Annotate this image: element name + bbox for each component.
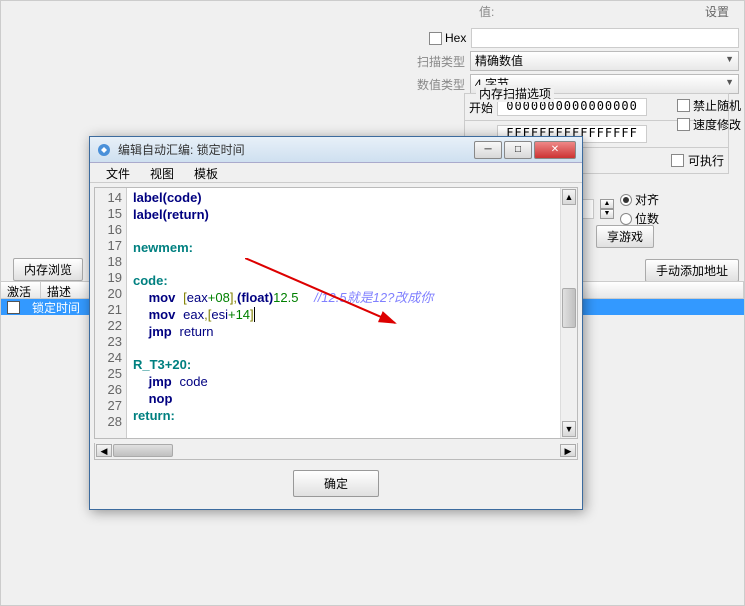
speed-mod-checkbox[interactable] [677, 118, 690, 131]
menu-template[interactable]: 模板 [184, 163, 228, 182]
dialog-title: 编辑自动汇编: 锁定时间 [118, 141, 472, 158]
align-radio[interactable] [620, 194, 632, 206]
code-content[interactable]: label(code) label(return) newmem: code: … [127, 188, 560, 438]
hex-checkbox[interactable] [429, 32, 442, 45]
no-random-label: 禁止随机 [693, 97, 741, 114]
maximize-button[interactable]: □ [504, 141, 532, 159]
scan-type-label: 扫描类型 [409, 53, 465, 70]
scroll-left-icon[interactable]: ◀ [96, 444, 112, 457]
value-label: 值: [479, 3, 494, 20]
align-label: 对齐 [635, 191, 659, 208]
auto-assembler-dialog: 编辑自动汇编: 锁定时间 ─ □ ✕ 文件 视图 模板 141516171819… [89, 136, 583, 510]
no-random-checkbox[interactable] [677, 99, 690, 112]
hscroll-thumb[interactable] [113, 444, 173, 457]
hex-label: Hex [445, 31, 466, 45]
spin-down-icon[interactable]: ▼ [600, 209, 614, 219]
row-description: 锁定时间 [26, 299, 86, 316]
header-active[interactable]: 激活 [1, 282, 41, 298]
dialog-titlebar[interactable]: 编辑自动汇编: 锁定时间 ─ □ ✕ [90, 137, 582, 163]
main-window: 值: 设置 Hex 扫描类型 精确数值 数值类型 4 字节 内存扫描选项 开始 … [0, 0, 745, 606]
app-icon [96, 142, 112, 158]
scan-type-select[interactable]: 精确数值 [470, 51, 739, 71]
row-active-checkbox[interactable] [7, 301, 20, 314]
horizontal-scrollbar[interactable]: ◀ ▶ [94, 443, 578, 460]
digits-radio[interactable] [620, 213, 632, 225]
menu-view[interactable]: 视图 [140, 163, 184, 182]
scroll-up-icon[interactable]: ▲ [562, 189, 576, 205]
executable-label: 可执行 [688, 152, 724, 169]
menu-file[interactable]: 文件 [96, 163, 140, 182]
memory-browse-button[interactable]: 内存浏览 [13, 258, 83, 281]
scroll-down-icon[interactable]: ▼ [562, 421, 576, 437]
spin-up-icon[interactable]: ▲ [600, 199, 614, 209]
scroll-right-icon[interactable]: ▶ [560, 444, 576, 457]
value-type-label: 数值类型 [409, 76, 465, 93]
scan-panel: 值: 设置 Hex 扫描类型 精确数值 数值类型 4 字节 [404, 1, 744, 102]
vertical-scrollbar[interactable]: ▲ ▼ [560, 188, 577, 438]
pause-game-button[interactable]: 享游戏 [596, 225, 654, 248]
mem-group-title: 内存扫描选项 [476, 85, 554, 102]
minimize-button[interactable]: ─ [474, 141, 502, 159]
editor-menubar: 文件 视图 模板 [90, 163, 582, 183]
side-checks: 禁止随机 速度修改 [677, 97, 741, 133]
ok-button[interactable]: 确定 [293, 470, 379, 497]
executable-checkbox[interactable] [671, 154, 684, 167]
scan-value-input[interactable] [471, 28, 739, 48]
vscroll-thumb[interactable] [562, 288, 576, 328]
speed-mod-label: 速度修改 [693, 116, 741, 133]
close-button[interactable]: ✕ [534, 141, 576, 159]
line-number-gutter: 141516171819202122232425262728 [95, 188, 127, 438]
manual-add-address-button[interactable]: 手动添加地址 [645, 259, 739, 282]
hex-checkbox-group: Hex [429, 31, 466, 45]
code-editor[interactable]: 141516171819202122232425262728 label(cod… [94, 187, 578, 439]
settings-link[interactable]: 设置 [705, 3, 729, 20]
